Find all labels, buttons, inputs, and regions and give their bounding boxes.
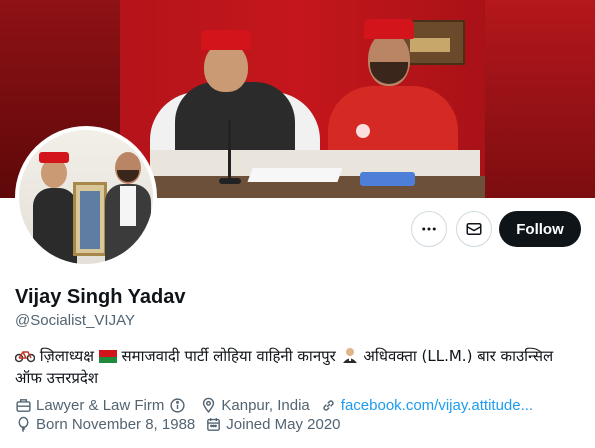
profession-label: Lawyer & Law Firm xyxy=(36,397,165,414)
birthday-label: Born November 8, 1988 xyxy=(36,416,196,433)
banner-person-cap xyxy=(364,19,414,39)
more-options-button[interactable] xyxy=(411,211,447,247)
follow-button[interactable]: Follow xyxy=(499,211,581,247)
more-horizontal-icon xyxy=(422,227,436,231)
briefcase-icon xyxy=(16,399,31,412)
banner-blue-cloth xyxy=(360,172,415,186)
website-link[interactable]: facebook.com/vijay.attitude... xyxy=(341,397,533,414)
joined-label: Joined May 2020 xyxy=(226,416,341,433)
banner-wall xyxy=(485,0,595,198)
location-label: Kanpur, India xyxy=(221,397,310,414)
link-icon xyxy=(323,400,334,411)
display-name: Vijay Singh Yadav xyxy=(15,286,186,308)
avatar-person-cap xyxy=(39,152,69,163)
location-pin-icon xyxy=(203,397,215,413)
location-item: Kanpur, India xyxy=(200,397,310,414)
avatar-person-body xyxy=(33,188,77,264)
profile-bio: ज़िलाध्यक्ष समाजवादी पार्टी लोहिया वाहिन… xyxy=(14,346,575,388)
judge-emoji-icon xyxy=(341,347,359,368)
avatar-picture-frame xyxy=(73,182,107,256)
banner-papers xyxy=(247,168,343,182)
banner-person-cap xyxy=(201,30,251,50)
banner-name-plate xyxy=(410,38,450,52)
banner-shirt-logo xyxy=(356,124,370,138)
flag-emoji-icon xyxy=(98,348,117,368)
bio-organization: समाजवादी पार्टी लोहिया वाहिनी कानपुर xyxy=(121,347,336,365)
joined-item: Joined May 2020 xyxy=(205,416,341,433)
envelope-icon xyxy=(466,223,482,235)
profile-avatar[interactable] xyxy=(15,126,157,268)
bio-title: ज़िलाध्यक्ष xyxy=(39,347,94,365)
balloon-icon xyxy=(18,416,29,433)
profession-item: Lawyer & Law Firm xyxy=(15,397,190,414)
avatar-frame-portrait xyxy=(80,191,100,249)
website-item[interactable]: facebook.com/vijay.attitude... xyxy=(320,397,533,414)
profile-meta-row: Lawyer & Law Firm Kanpur, India facebook… xyxy=(15,397,543,414)
info-icon[interactable] xyxy=(169,397,186,414)
avatar-person-shirt xyxy=(120,186,136,226)
calendar-icon xyxy=(207,418,221,431)
user-handle: @Socialist_VIJAY xyxy=(15,312,135,329)
birthday-item: Born November 8, 1988 xyxy=(15,416,195,433)
banner-microphone xyxy=(228,120,231,180)
profile-meta-row: Born November 8, 1988 Joined May 2020 xyxy=(15,416,351,433)
avatar-photo xyxy=(19,130,153,264)
banner-microphone-base xyxy=(219,178,241,184)
message-button[interactable] xyxy=(456,211,492,247)
bicycle-emoji-icon xyxy=(14,348,36,368)
